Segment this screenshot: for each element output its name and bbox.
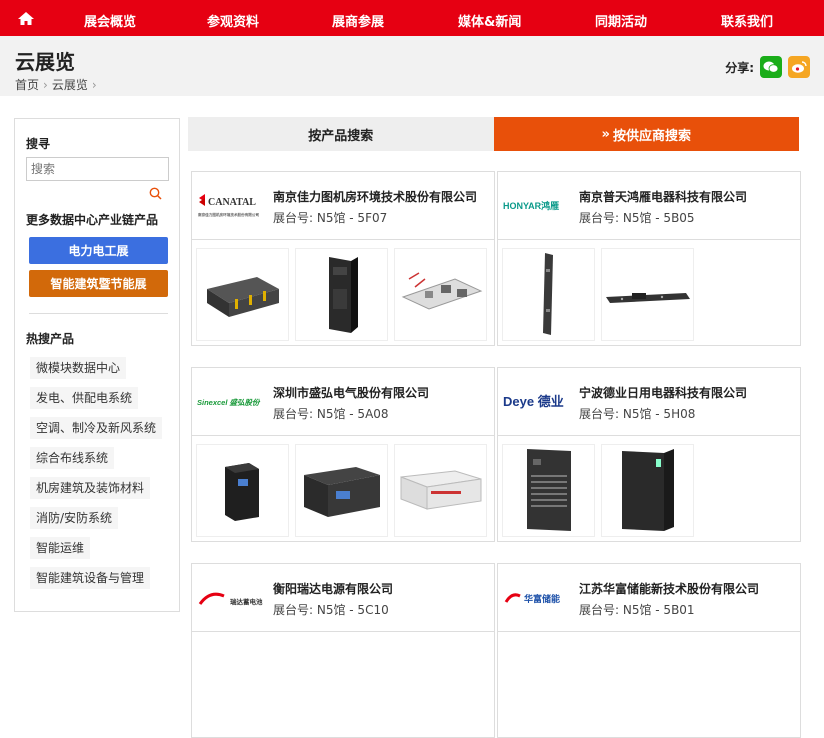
product-thumbnail[interactable]	[601, 444, 694, 537]
exhibitor-name[interactable]: 宁波德业日用电器科技有限公司	[579, 384, 747, 401]
product-thumbnail[interactable]	[196, 248, 289, 341]
nav-item-exhibitors[interactable]: 展商参展	[332, 11, 384, 30]
exhibitor-header: 华富储能 江苏华富储能新技术股份有限公司 展台号: N5馆 - 5B01	[498, 564, 800, 632]
weibo-share-button[interactable]	[788, 56, 810, 78]
double-chevron-icon: »	[601, 126, 610, 142]
divider	[29, 313, 168, 314]
search-icon[interactable]	[149, 185, 162, 204]
hot-products-heading: 热搜产品	[26, 332, 75, 346]
exhibitor-header: HONYAR鸿雁 南京普天鸿雁电器科技有限公司 展台号: N5馆 - 5B05	[498, 172, 800, 240]
exhibitor-logo: Deye 德业	[502, 386, 574, 416]
exhibitor-card[interactable]: HONYAR鸿雁 南京普天鸿雁电器科技有限公司 展台号: N5馆 - 5B05	[497, 171, 801, 346]
hot-item-power-supply[interactable]: 发电、供配电系统	[30, 387, 139, 409]
exhibitor-booth: 展台号: N5馆 - 5B01	[579, 603, 695, 617]
exhibitor-card[interactable]: CANATAL 南京佳力图机房环境技术股份有限公司 南京佳力图机房环境技术股份有…	[191, 171, 495, 346]
hot-item-fire-security[interactable]: 消防/安防系统	[30, 507, 119, 529]
tab-supplier-label: 按供应商搜索	[612, 128, 691, 144]
breadcrumb-home[interactable]: 首页	[15, 76, 39, 93]
product-thumbnail[interactable]	[295, 248, 388, 341]
product-thumbnail[interactable]	[394, 444, 487, 537]
exhibitor-name[interactable]: 深圳市盛弘电气股份有限公司	[273, 384, 429, 401]
logo-text: CANATAL	[208, 197, 256, 208]
logo-text: 华富储能	[524, 593, 560, 605]
nav-item-visit-info[interactable]: 参观资料	[207, 11, 259, 30]
nav-item-events[interactable]: 同期活动	[595, 11, 647, 30]
product-thumbnail[interactable]	[295, 444, 388, 537]
sidebar: 搜寻 更多数据中心产业链产品 电力电工展 智能建筑暨节能展 热搜产品 微模块数据…	[14, 118, 180, 612]
share-bar: 分享:	[725, 56, 810, 78]
product-thumbnail[interactable]	[502, 444, 595, 537]
exhibitor-card[interactable]: 瑞达蓄电池 衡阳瑞达电源有限公司 展台号: N5馆 - 5C10	[191, 563, 495, 738]
product-thumbnail[interactable]	[196, 444, 289, 537]
smart-building-button[interactable]: 智能建筑暨节能展	[29, 270, 168, 297]
nav-item-media-news[interactable]: 媒体&新闻	[458, 11, 521, 30]
exhibitor-name[interactable]: 南京普天鸿雁电器科技有限公司	[579, 188, 747, 205]
chevron-right-icon: ›	[43, 77, 48, 92]
exhibitor-header: Sinexcel 盛弘股份 深圳市盛弘电气股份有限公司 展台号: N5馆 - 5…	[192, 368, 494, 436]
logo-text: Deye 德业	[503, 394, 564, 409]
page-title: 云展览	[15, 50, 75, 74]
tab-product-search[interactable]: 按产品搜索	[188, 117, 494, 151]
hot-item-operations[interactable]: 智能运维	[30, 537, 91, 559]
share-label: 分享:	[725, 60, 754, 75]
home-icon[interactable]	[0, 0, 52, 36]
search-mode-tabs: 按产品搜索 » 按供应商搜索	[188, 117, 799, 151]
exhibitor-booth: 展台号: N5馆 - 5F07	[273, 211, 388, 225]
breadcrumb-current[interactable]: 云展览	[52, 76, 88, 93]
wechat-icon	[763, 61, 779, 73]
tab-supplier-search[interactable]: » 按供应商搜索	[493, 117, 799, 151]
exhibitor-card[interactable]: 华富储能 江苏华富储能新技术股份有限公司 展台号: N5馆 - 5B01	[497, 563, 801, 738]
hot-item-micro-module[interactable]: 微模块数据中心	[30, 357, 127, 379]
exhibitor-logo: 瑞达蓄电池	[196, 582, 268, 612]
product-thumbnail[interactable]	[394, 248, 487, 341]
exhibitor-logo: Sinexcel 盛弘股份	[196, 386, 268, 416]
exhibitor-header: 瑞达蓄电池 衡阳瑞达电源有限公司 展台号: N5馆 - 5C10	[192, 564, 494, 632]
chevron-right-icon: ›	[91, 77, 97, 92]
exhibitor-logo: 华富储能	[502, 582, 574, 612]
logo-text: Sinexcel 盛弘股份	[197, 398, 261, 407]
power-electrical-button[interactable]: 电力电工展	[29, 237, 168, 264]
product-thumbnail[interactable]	[502, 248, 595, 341]
exhibitor-name[interactable]: 南京佳力图机房环境技术股份有限公司	[273, 188, 477, 205]
exhibitor-name[interactable]: 江苏华富储能新技术股份有限公司	[579, 580, 759, 597]
hot-item-building-materials[interactable]: 机房建筑及装饰材料	[30, 477, 151, 499]
logo-text: 瑞达蓄电池	[230, 597, 263, 606]
hot-item-cabling[interactable]: 综合布线系统	[30, 447, 115, 469]
product-thumbnail[interactable]	[601, 248, 694, 341]
logo-text: HONYAR鸿雁	[503, 200, 559, 211]
logo-subtext: 南京佳力图机房环境技术股份有限公司	[198, 212, 259, 217]
hot-item-smart-building[interactable]: 智能建筑设备与管理	[30, 567, 151, 589]
exhibitor-name[interactable]: 衡阳瑞达电源有限公司	[273, 580, 393, 597]
nav-item-overview[interactable]: 展会概览	[84, 11, 136, 30]
exhibitor-booth: 展台号: N5馆 - 5C10	[273, 603, 389, 617]
hot-item-air-conditioning[interactable]: 空调、制冷及新风系统	[30, 417, 163, 439]
exhibitor-header: CANATAL 南京佳力图机房环境技术股份有限公司 南京佳力图机房环境技术股份有…	[192, 172, 494, 240]
exhibitor-card[interactable]: Deye 德业 宁波德业日用电器科技有限公司 展台号: N5馆 - 5H08	[497, 367, 801, 542]
exhibitor-header: Deye 德业 宁波德业日用电器科技有限公司 展台号: N5馆 - 5H08	[498, 368, 800, 436]
exhibitor-logo: HONYAR鸿雁	[502, 190, 574, 220]
search-input[interactable]	[26, 157, 169, 181]
exhibitor-card[interactable]: Sinexcel 盛弘股份 深圳市盛弘电气股份有限公司 展台号: N5馆 - 5…	[191, 367, 495, 542]
top-nav: 展会概览 参观资料 展商参展 媒体&新闻 同期活动 联系我们	[0, 0, 824, 36]
search-heading: 搜寻	[26, 137, 51, 151]
weibo-icon	[792, 61, 807, 73]
nav-item-contact[interactable]: 联系我们	[721, 11, 773, 30]
exhibitor-logo: CANATAL 南京佳力图机房环境技术股份有限公司	[196, 190, 268, 220]
page-header: 云展览 首页 › 云展览 › 分享:	[0, 36, 824, 96]
breadcrumb: 首页 › 云展览 ›	[15, 76, 97, 93]
exhibitor-booth: 展台号: N5馆 - 5A08	[273, 407, 389, 421]
wechat-share-button[interactable]	[760, 56, 782, 78]
more-products-heading: 更多数据中心产业链产品	[26, 213, 159, 227]
exhibitor-booth: 展台号: N5馆 - 5H08	[579, 407, 696, 421]
exhibitor-booth: 展台号: N5馆 - 5B05	[579, 211, 695, 225]
